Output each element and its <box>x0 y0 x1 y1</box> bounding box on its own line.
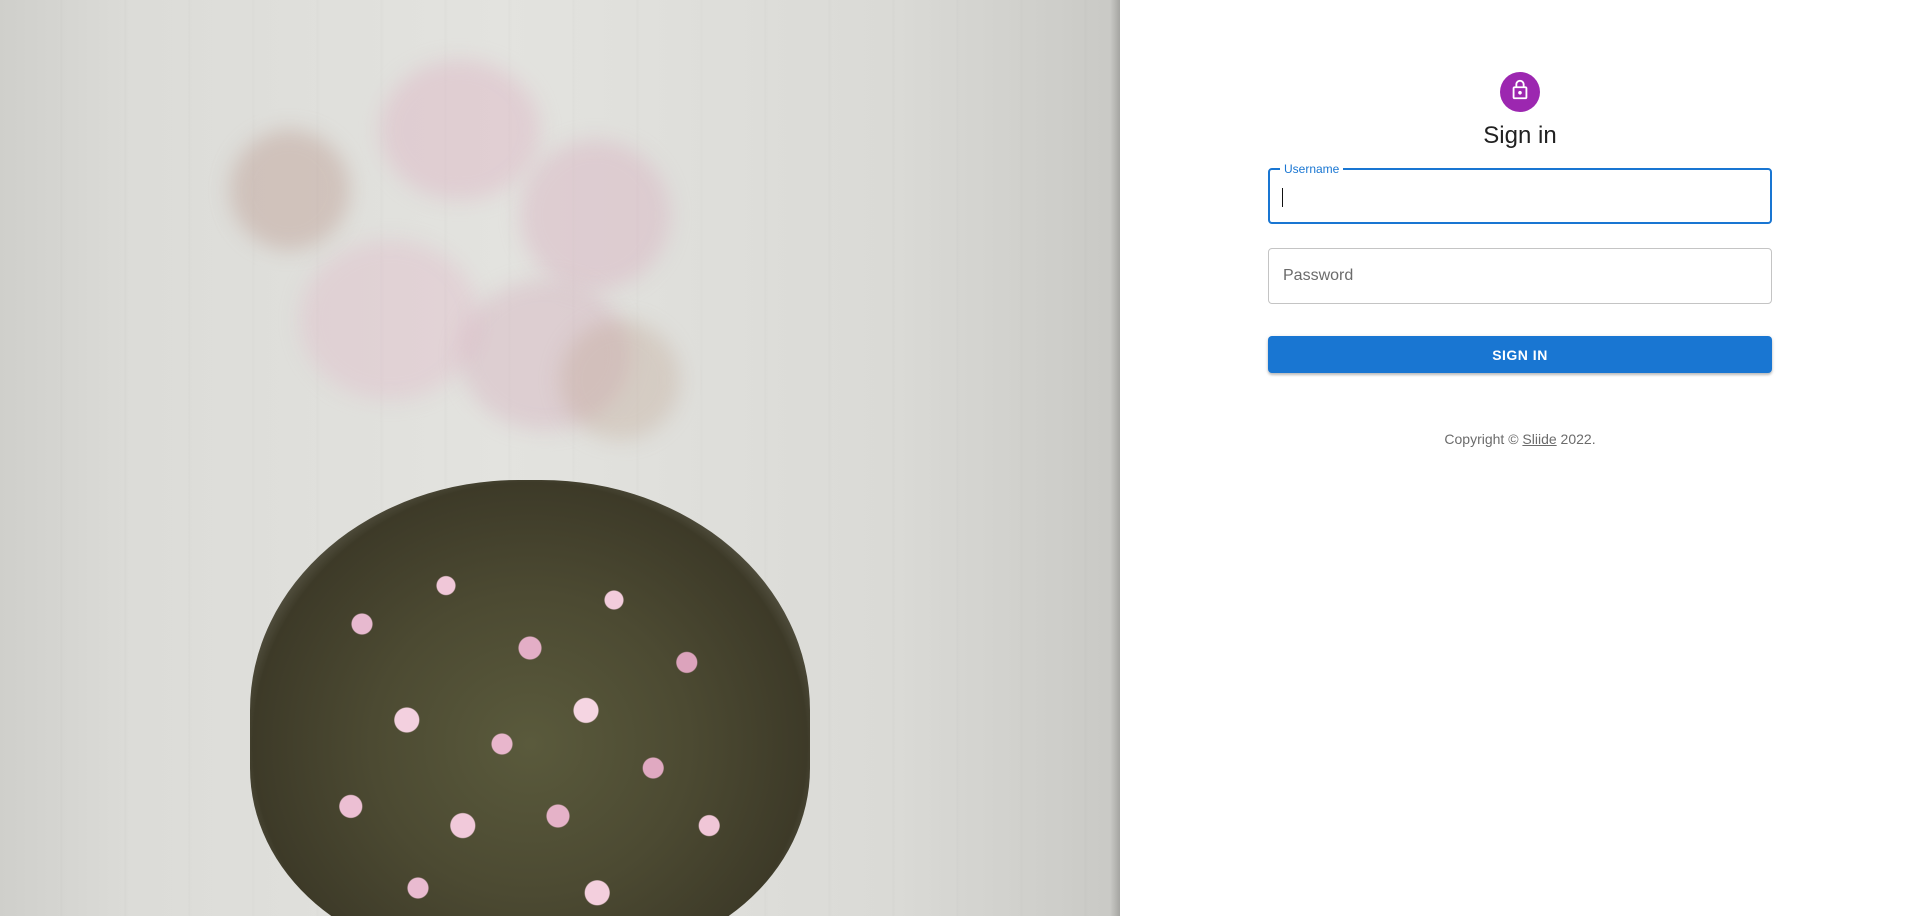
password-field[interactable]: Password <box>1268 248 1772 304</box>
copyright-text: Copyright © Sliide 2022. <box>1444 429 1595 449</box>
flower-bouquet <box>250 480 810 916</box>
password-input[interactable] <box>1269 249 1771 303</box>
brand-link[interactable]: Sliide <box>1522 431 1556 447</box>
username-input[interactable] <box>1270 170 1770 222</box>
page-title: Sign in <box>1483 122 1557 149</box>
sign-in-form: Sign in Username Password SIGN IN Copyri… <box>1268 72 1772 449</box>
lock-avatar <box>1500 72 1540 112</box>
copyright-prefix: Copyright © <box>1444 431 1523 447</box>
copyright-year: 2022. <box>1556 431 1596 447</box>
sign-in-panel: Sign in Username Password SIGN IN Copyri… <box>1120 0 1920 916</box>
login-page: Sign in Username Password SIGN IN Copyri… <box>0 0 1920 916</box>
sign-in-button[interactable]: SIGN IN <box>1268 336 1772 373</box>
username-field[interactable]: Username <box>1268 162 1772 224</box>
lock-icon <box>1509 79 1531 106</box>
pink-flowers-photo <box>0 0 1120 916</box>
